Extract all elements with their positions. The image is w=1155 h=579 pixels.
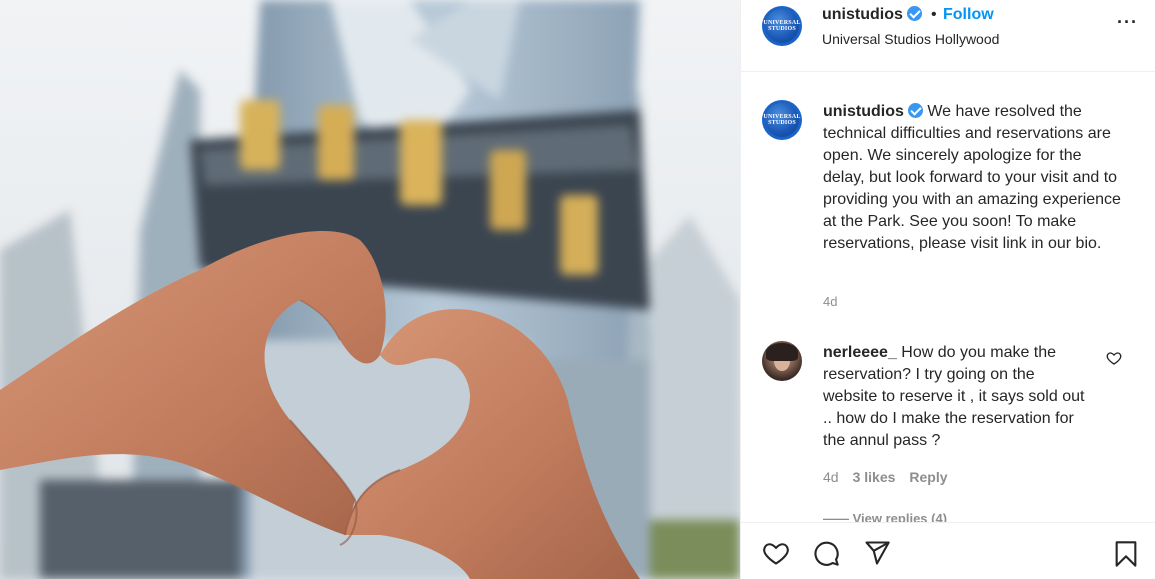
post-caption: unistudios We have resolved the technica… (823, 101, 1123, 255)
avatar-logo-text: UNIVERSAL STUDIOS (763, 114, 801, 126)
comment-likes[interactable]: 3 likes (853, 469, 896, 485)
post-photo[interactable] (0, 0, 740, 579)
comment-button[interactable] (811, 539, 841, 572)
caption-timestamp[interactable]: 4d (823, 294, 837, 309)
post-side-panel: UNIVERSAL STUDIOS unistudios • Follow Un… (740, 0, 1155, 579)
follow-button[interactable]: Follow (943, 6, 994, 24)
like-button[interactable] (761, 539, 791, 572)
account-username[interactable]: unistudios (822, 6, 922, 24)
save-button[interactable] (1112, 539, 1140, 574)
reply-button[interactable]: Reply (909, 469, 947, 485)
commenter-avatar[interactable] (762, 341, 802, 381)
photo-illustration (0, 0, 740, 579)
post-location[interactable]: Universal Studios Hollywood (822, 31, 999, 47)
comment-like-button[interactable] (1106, 350, 1122, 371)
caption-username[interactable]: unistudios (823, 103, 904, 120)
comment-icon (814, 541, 839, 566)
bookmark-icon (1115, 541, 1137, 567)
post-header: UNIVERSAL STUDIOS unistudios • Follow Un… (741, 0, 1155, 72)
share-icon (865, 541, 890, 565)
comment-timestamp[interactable]: 4d (823, 469, 839, 485)
verified-badge-icon (906, 6, 922, 21)
comment-meta: 4d 3 likes Reply (823, 469, 948, 485)
caption-text: We have resolved the technical difficult… (823, 103, 1121, 252)
account-avatar[interactable]: UNIVERSAL STUDIOS (762, 6, 802, 46)
share-button[interactable] (862, 539, 892, 572)
heart-icon (763, 543, 789, 565)
more-options-button[interactable]: ··· (1117, 12, 1138, 33)
verified-badge-icon (907, 103, 923, 118)
follow-separator: • (931, 6, 937, 23)
heart-icon (1106, 352, 1122, 365)
post-modal: UNIVERSAL STUDIOS unistudios • Follow Un… (0, 0, 1155, 579)
avatar-logo-text: UNIVERSAL STUDIOS (763, 20, 801, 32)
caption-avatar[interactable]: UNIVERSAL STUDIOS (762, 100, 802, 140)
comment-username[interactable]: nerleeee_ (823, 344, 897, 361)
post-action-bar (741, 522, 1155, 579)
account-username-text[interactable]: unistudios (822, 6, 903, 23)
comment-body: nerleeee_ How do you make the reservatio… (823, 342, 1093, 452)
